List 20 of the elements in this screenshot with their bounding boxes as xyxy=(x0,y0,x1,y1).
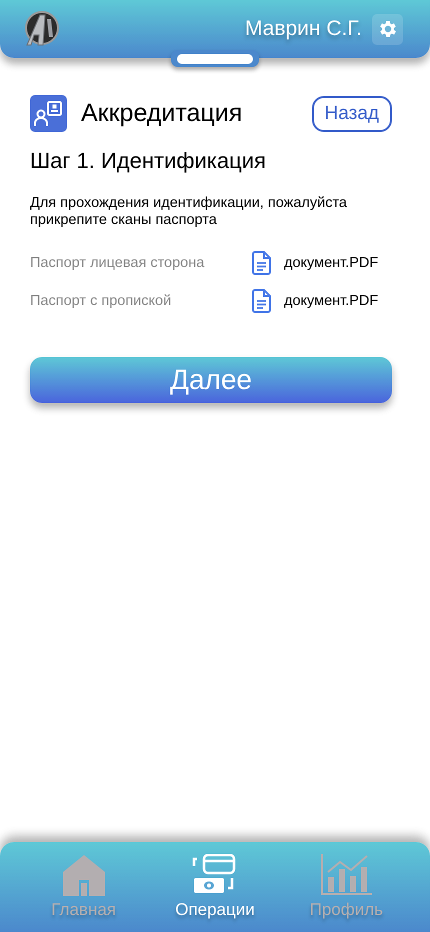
file-name[interactable]: документ.PDF xyxy=(284,293,378,309)
file-name[interactable]: документ.PDF xyxy=(284,255,378,271)
step-title: Шаг 1. Идентификация xyxy=(30,148,267,174)
pull-handle[interactable] xyxy=(171,50,259,67)
document-label: Паспорт с пропиской xyxy=(30,293,172,309)
bar-chart-icon xyxy=(320,854,372,896)
id-card-icon xyxy=(30,95,67,132)
back-button[interactable]: Назад xyxy=(312,96,392,132)
document-label: Паспорт лицевая сторона xyxy=(30,255,206,271)
document-icon[interactable] xyxy=(252,289,272,313)
description: Для прохождения идентификации, пожалуйста прикрепите сканы паспорта xyxy=(30,195,348,229)
document-icon[interactable] xyxy=(252,251,272,275)
user-name: Маврин С.Г. xyxy=(244,17,362,41)
settings-button[interactable] xyxy=(372,14,403,44)
page-title: Аккредитация xyxy=(81,99,244,128)
next-button[interactable]: Далее xyxy=(30,357,392,403)
card-and-cash-icon xyxy=(192,854,238,896)
logo-icon xyxy=(23,11,59,47)
home-icon xyxy=(62,854,106,896)
nav-tab[interactable]: Операции xyxy=(160,854,270,920)
